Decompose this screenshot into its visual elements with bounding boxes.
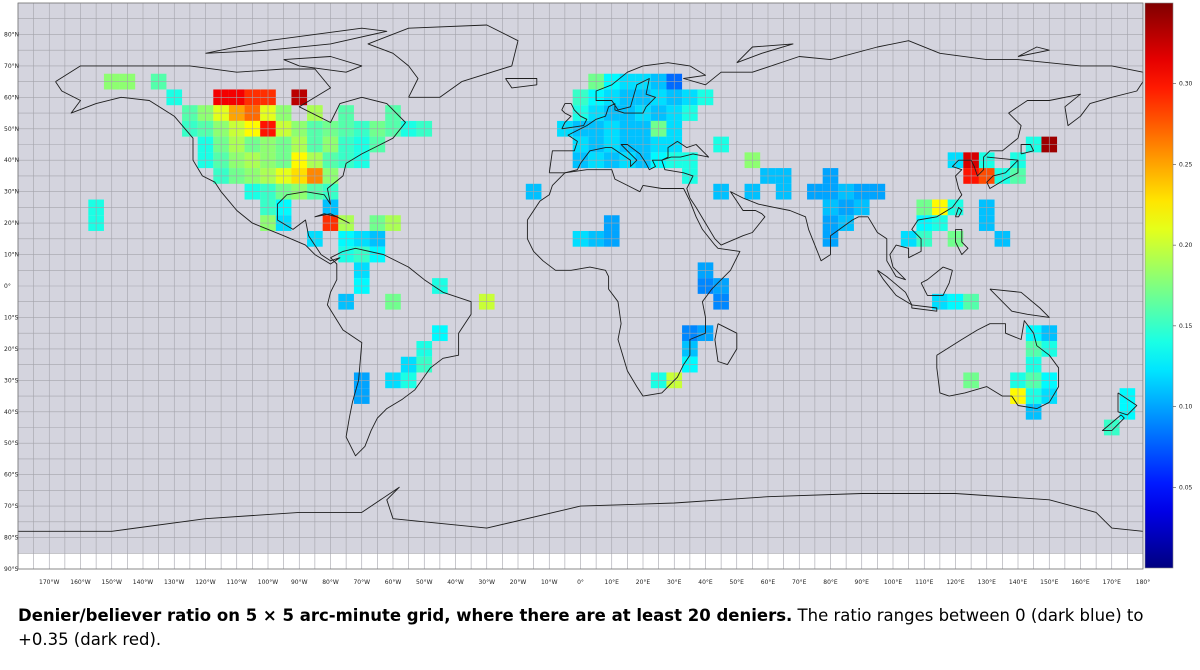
y-tick-label: 60°N [4,94,19,101]
x-tick-label: 90°W [291,579,308,586]
colorbar-tick-labels: 0.30 0.25 0.20 0.15 0.10 0.05 [1173,81,1193,491]
x-tick-label: 150°W [102,579,122,586]
x-tick-label: 40°W [447,579,464,586]
x-tick-label: 100°E [884,579,902,586]
figure-caption: Denier/believer ratio on 5 × 5 arc-minut… [18,604,1188,652]
world-heatmap: 80°N 70°N 60°N 50°N 40°N 30°N 20°N 10°N 0° 10°S 20… [4,2,1193,586]
x-tick-label: 130°W [164,579,184,586]
x-tick-label: 120°E [946,579,964,586]
map-figure: 80°N 70°N 60°N 50°N 40°N 30°N 20°N 10°N 0° 10°S 20… [0,0,1200,600]
x-tick-labels: 170°W 160°W 150°W 140°W 130°W 120°W 110°W 100°W… [39,579,1150,586]
x-tick-label: 20°E [636,579,651,586]
x-tick-label: 0° [577,579,584,586]
x-tick-label: 90°E [855,579,870,586]
colorbar-tick-label: 0.20 [1179,242,1193,249]
x-tick-label: 10°W [541,579,558,586]
y-tick-label: 80°S [4,535,19,542]
x-tick-label: 110°W [227,579,247,586]
y-tick-label: 80°N [4,31,19,38]
x-tick-label: 140°E [1009,579,1027,586]
colorbar-tick-label: 0.05 [1179,484,1193,491]
colorbar [1144,2,1174,569]
y-tick-label: 20°N [4,220,19,227]
x-tick-label: 30°E [667,579,682,586]
y-tick-label: 50°N [4,126,19,133]
x-tick-label: 60°E [761,579,776,586]
y-tick-label: 90°S [4,566,19,573]
x-tick-label: 170°W [39,579,59,586]
x-tick-label: 80°E [823,579,838,586]
x-tick-label: 70°E [792,579,807,586]
y-tick-label: 30°S [4,377,19,384]
x-tick-label: 110°E [915,579,933,586]
x-tick-label: 80°W [322,579,339,586]
x-tick-label: 10°E [605,579,620,586]
x-tick-label: 120°W [195,579,215,586]
x-tick-label: 30°W [478,579,495,586]
y-tick-label: 60°S [4,472,19,479]
y-tick-label: 50°S [4,440,19,447]
y-tick-labels: 80°N 70°N 60°N 50°N 40°N 30°N 20°N 10°N 0° 10°S 20… [4,31,19,573]
y-tick-label: 30°N [4,189,19,196]
x-tick-label: 150°E [1040,579,1058,586]
x-tick-label: 20°W [510,579,527,586]
y-tick-label: 70°S [4,503,19,510]
x-tick-label: 40°E [698,579,713,586]
x-tick-label: 170°E [1103,579,1121,586]
y-tick-label: 20°S [4,346,19,353]
caption-bold: Denier/believer ratio on 5 × 5 arc-minut… [18,606,793,625]
x-tick-label: 160°W [70,579,90,586]
x-tick-label: 180° [1136,579,1150,586]
y-tick-label: 0° [4,283,11,290]
colorbar-tick-label: 0.15 [1179,323,1193,330]
y-tick-label: 10°S [4,314,19,321]
x-tick-label: 130°E [978,579,996,586]
x-tick-label: 100°W [258,579,278,586]
y-tick-label: 10°N [4,252,19,259]
x-tick-label: 50°W [416,579,433,586]
x-tick-label: 140°W [133,579,153,586]
x-tick-label: 160°E [1071,579,1089,586]
x-tick-label: 70°W [353,579,370,586]
y-tick-label: 70°N [4,63,19,70]
y-tick-label: 40°N [4,157,19,164]
colorbar-tick-label: 0.25 [1179,161,1193,168]
y-tick-label: 40°S [4,409,19,416]
colorbar-tick-label: 0.10 [1179,404,1193,411]
x-tick-label: 60°W [385,579,402,586]
colorbar-tick-label: 0.30 [1179,81,1193,88]
x-tick-label: 50°E [730,579,745,586]
